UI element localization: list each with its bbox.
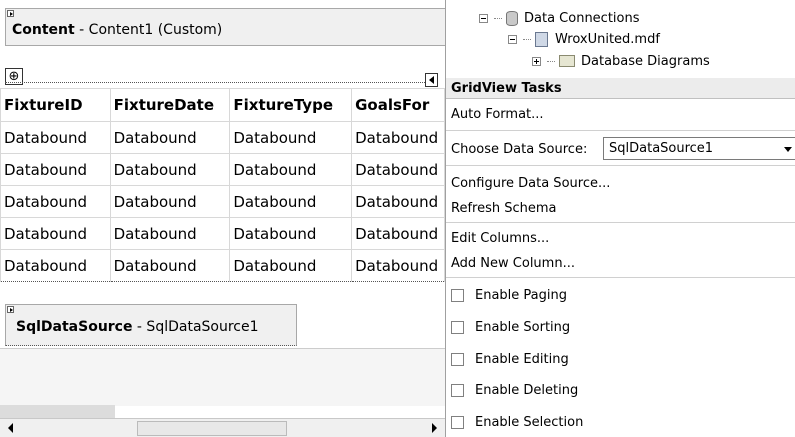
chevron-down-icon[interactable] — [784, 147, 792, 152]
configure-data-source-link[interactable]: Configure Data Source... — [451, 174, 610, 194]
table-row: Databound Databound Databound Databound — [0, 249, 445, 282]
tree-item-data-connections[interactable]: Data Connections — [479, 8, 640, 28]
table-cell: Databound — [109, 121, 231, 154]
checkbox[interactable] — [451, 352, 464, 366]
content-placeholder-header[interactable]: Content - Content1 (Custom) — [5, 8, 445, 46]
table-cell: Databound — [0, 217, 111, 250]
smart-tag-arrow-icon[interactable] — [425, 73, 438, 87]
table-cell: Databound — [229, 121, 353, 154]
table-row: Databound Databound Databound Databound — [0, 153, 445, 186]
edit-columns-link[interactable]: Edit Columns... — [451, 229, 549, 249]
table-cell: Databound — [229, 153, 353, 186]
gridview-boundary — [5, 82, 433, 83]
table-cell: Databound — [0, 153, 111, 186]
scroll-track-segment — [0, 405, 115, 418]
gridview-table[interactable]: FixtureID FixtureDate FixtureType GoalsF… — [0, 88, 445, 282]
server-explorer-tree: Data Connections WroxUnited.mdf Database… — [445, 0, 795, 78]
option-label: Enable Editing — [475, 351, 569, 367]
checkbox[interactable] — [451, 288, 464, 302]
table-cell: Databound — [229, 249, 353, 282]
tree-item-database-file[interactable]: WroxUnited.mdf — [508, 29, 660, 49]
option-label: Enable Paging — [475, 287, 567, 303]
enable-paging-option[interactable]: Enable Paging — [451, 285, 567, 305]
table-cell: Databound — [109, 185, 231, 218]
table-cell: Databound — [109, 217, 231, 250]
column-header: FixtureDate — [109, 88, 231, 122]
enable-selection-option[interactable]: Enable Selection — [451, 412, 583, 432]
horizontal-scrollbar[interactable] — [0, 418, 445, 437]
tasks-panel-title: GridView Tasks — [446, 78, 795, 99]
add-new-column-link[interactable]: Add New Column... — [451, 254, 575, 274]
option-label: Enable Selection — [475, 414, 584, 430]
sqldatasource-control[interactable]: SqlDataSource - SqlDataSource1 — [5, 304, 297, 346]
expand-triangle-icon[interactable] — [7, 306, 14, 313]
data-source-select-value: SqlDataSource1 — [609, 141, 714, 156]
tree-item-label: Database Diagrams — [581, 53, 710, 69]
tree-connector — [523, 38, 531, 40]
table-cell: Databound — [351, 185, 445, 218]
tree-item-database-diagrams[interactable]: Database Diagrams — [532, 51, 710, 71]
expand-triangle-icon[interactable] — [7, 10, 14, 17]
folder-icon — [559, 55, 575, 67]
designer-surface: Content - Content1 (Custom) ⊕ FixtureID … — [0, 0, 445, 437]
designer-empty-area — [0, 348, 445, 406]
table-cell: Databound — [0, 249, 111, 282]
table-header-row: FixtureID FixtureDate FixtureType GoalsF… — [0, 88, 445, 122]
divider — [446, 277, 795, 278]
table-cell: Databound — [351, 249, 445, 282]
table-cell: Databound — [351, 121, 445, 154]
data-source-select[interactable]: SqlDataSource1 — [603, 137, 795, 160]
refresh-schema-link[interactable]: Refresh Schema — [451, 199, 557, 219]
scroll-left-icon[interactable] — [8, 423, 13, 433]
enable-sorting-option[interactable]: Enable Sorting — [451, 317, 570, 337]
auto-format-link[interactable]: Auto Format... — [451, 105, 544, 125]
table-row: Databound Databound Databound Databound — [0, 185, 445, 218]
divider — [446, 165, 795, 166]
tree-item-label: Data Connections — [524, 10, 640, 26]
database-file-icon — [535, 31, 548, 47]
table-cell: Databound — [0, 185, 111, 218]
table-cell: Databound — [0, 121, 111, 154]
enable-deleting-option[interactable]: Enable Deleting — [451, 380, 578, 400]
checkbox[interactable] — [451, 415, 464, 429]
database-icon — [506, 10, 518, 26]
checkbox[interactable] — [451, 383, 464, 397]
option-label: Enable Deleting — [475, 382, 579, 398]
table-cell: Databound — [351, 217, 445, 250]
column-header: GoalsFor — [351, 88, 445, 122]
table-row: Databound Databound Databound Databound — [0, 121, 445, 154]
tree-connector — [494, 17, 502, 19]
divider — [446, 222, 795, 223]
table-row: Databound Databound Databound Databound — [0, 217, 445, 250]
enable-editing-option[interactable]: Enable Editing — [451, 349, 569, 369]
expand-icon[interactable] — [532, 56, 541, 66]
collapse-icon[interactable] — [479, 13, 488, 23]
scroll-right-icon[interactable] — [432, 423, 437, 433]
gridview-tasks-panel: GridView Tasks Auto Format... Choose Dat… — [445, 78, 795, 437]
table-cell: Databound — [229, 185, 353, 218]
choose-data-source-label: Choose Data Source: — [451, 142, 588, 157]
collapse-icon[interactable] — [508, 34, 517, 44]
divider — [446, 130, 795, 131]
content-placeholder-label: Content - Content1 (Custom) — [12, 22, 223, 38]
column-header: FixtureType — [229, 88, 353, 122]
table-cell: Databound — [229, 217, 353, 250]
column-header: FixtureID — [0, 88, 111, 122]
tree-connector — [547, 60, 555, 62]
table-cell: Databound — [351, 153, 445, 186]
table-cell: Databound — [109, 249, 231, 282]
tree-item-label: WroxUnited.mdf — [555, 31, 660, 47]
scrollbar-thumb[interactable] — [137, 421, 287, 436]
option-label: Enable Sorting — [475, 319, 571, 335]
sqldatasource-label: SqlDataSource - SqlDataSource1 — [16, 319, 259, 335]
table-cell: Databound — [109, 153, 231, 186]
checkbox[interactable] — [451, 320, 464, 334]
